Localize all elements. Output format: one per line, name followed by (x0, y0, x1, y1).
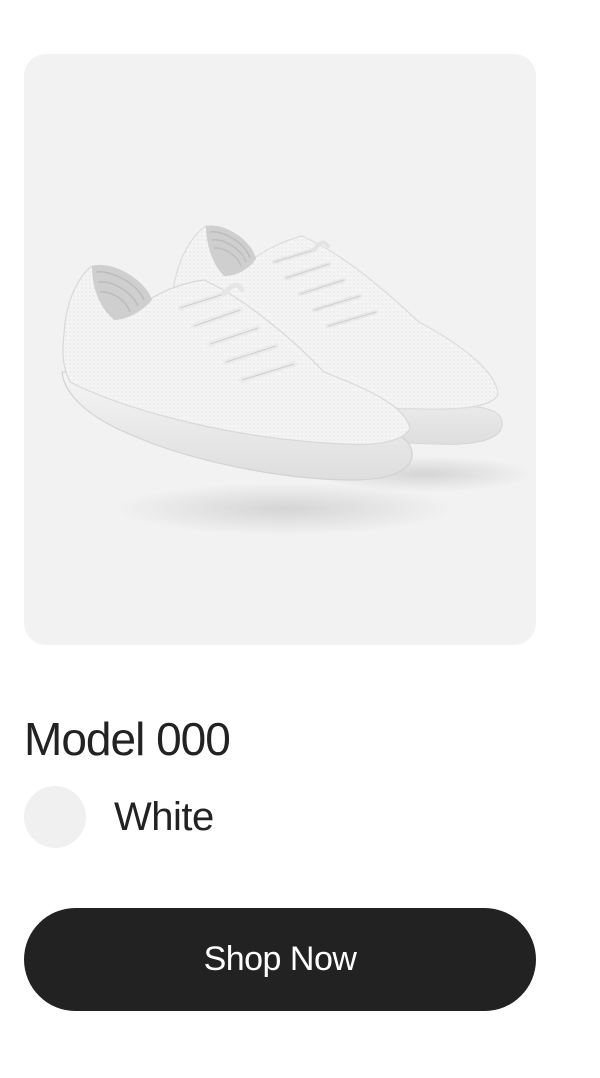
color-selector: White (24, 786, 214, 848)
product-card: Model 000 White Shop Now (0, 0, 600, 1078)
color-label: White (114, 795, 214, 839)
sneakers-illustration (61, 225, 534, 535)
product-image[interactable] (24, 54, 536, 645)
color-swatch-white[interactable] (24, 786, 86, 848)
shop-now-button[interactable]: Shop Now (24, 908, 536, 1011)
product-title: Model 000 (24, 713, 231, 765)
